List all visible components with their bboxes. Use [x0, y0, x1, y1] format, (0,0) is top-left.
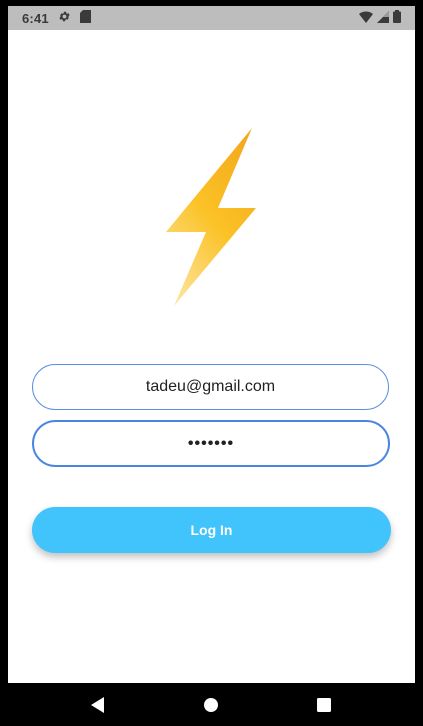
status-right [359, 10, 415, 26]
back-icon[interactable] [90, 697, 106, 713]
lightning-bolt-icon [166, 128, 258, 308]
password-field[interactable]: ••••••• [32, 420, 390, 467]
signal-icon [377, 10, 389, 26]
email-value: tadeu@gmail.com [145, 378, 276, 395]
home-icon[interactable] [203, 697, 219, 713]
wifi-icon [359, 10, 373, 26]
device-frame-right [415, 0, 423, 726]
login-button-label: Log In [190, 522, 233, 538]
recents-icon[interactable] [316, 697, 332, 713]
password-value: ••••••• [187, 434, 235, 452]
login-screen: tadeu@gmail.com ••••••• Log In [8, 30, 415, 683]
status-left: 6:41 [8, 10, 91, 26]
status-bar: 6:41 [8, 6, 415, 30]
email-field[interactable]: tadeu@gmail.com [32, 364, 389, 410]
sd-card-icon [79, 10, 91, 26]
gear-icon [58, 10, 71, 26]
login-button[interactable]: Log In [32, 507, 391, 553]
status-time: 6:41 [22, 10, 49, 26]
device-frame-left [0, 0, 8, 726]
battery-icon [393, 10, 401, 26]
navigation-bar [0, 683, 423, 726]
